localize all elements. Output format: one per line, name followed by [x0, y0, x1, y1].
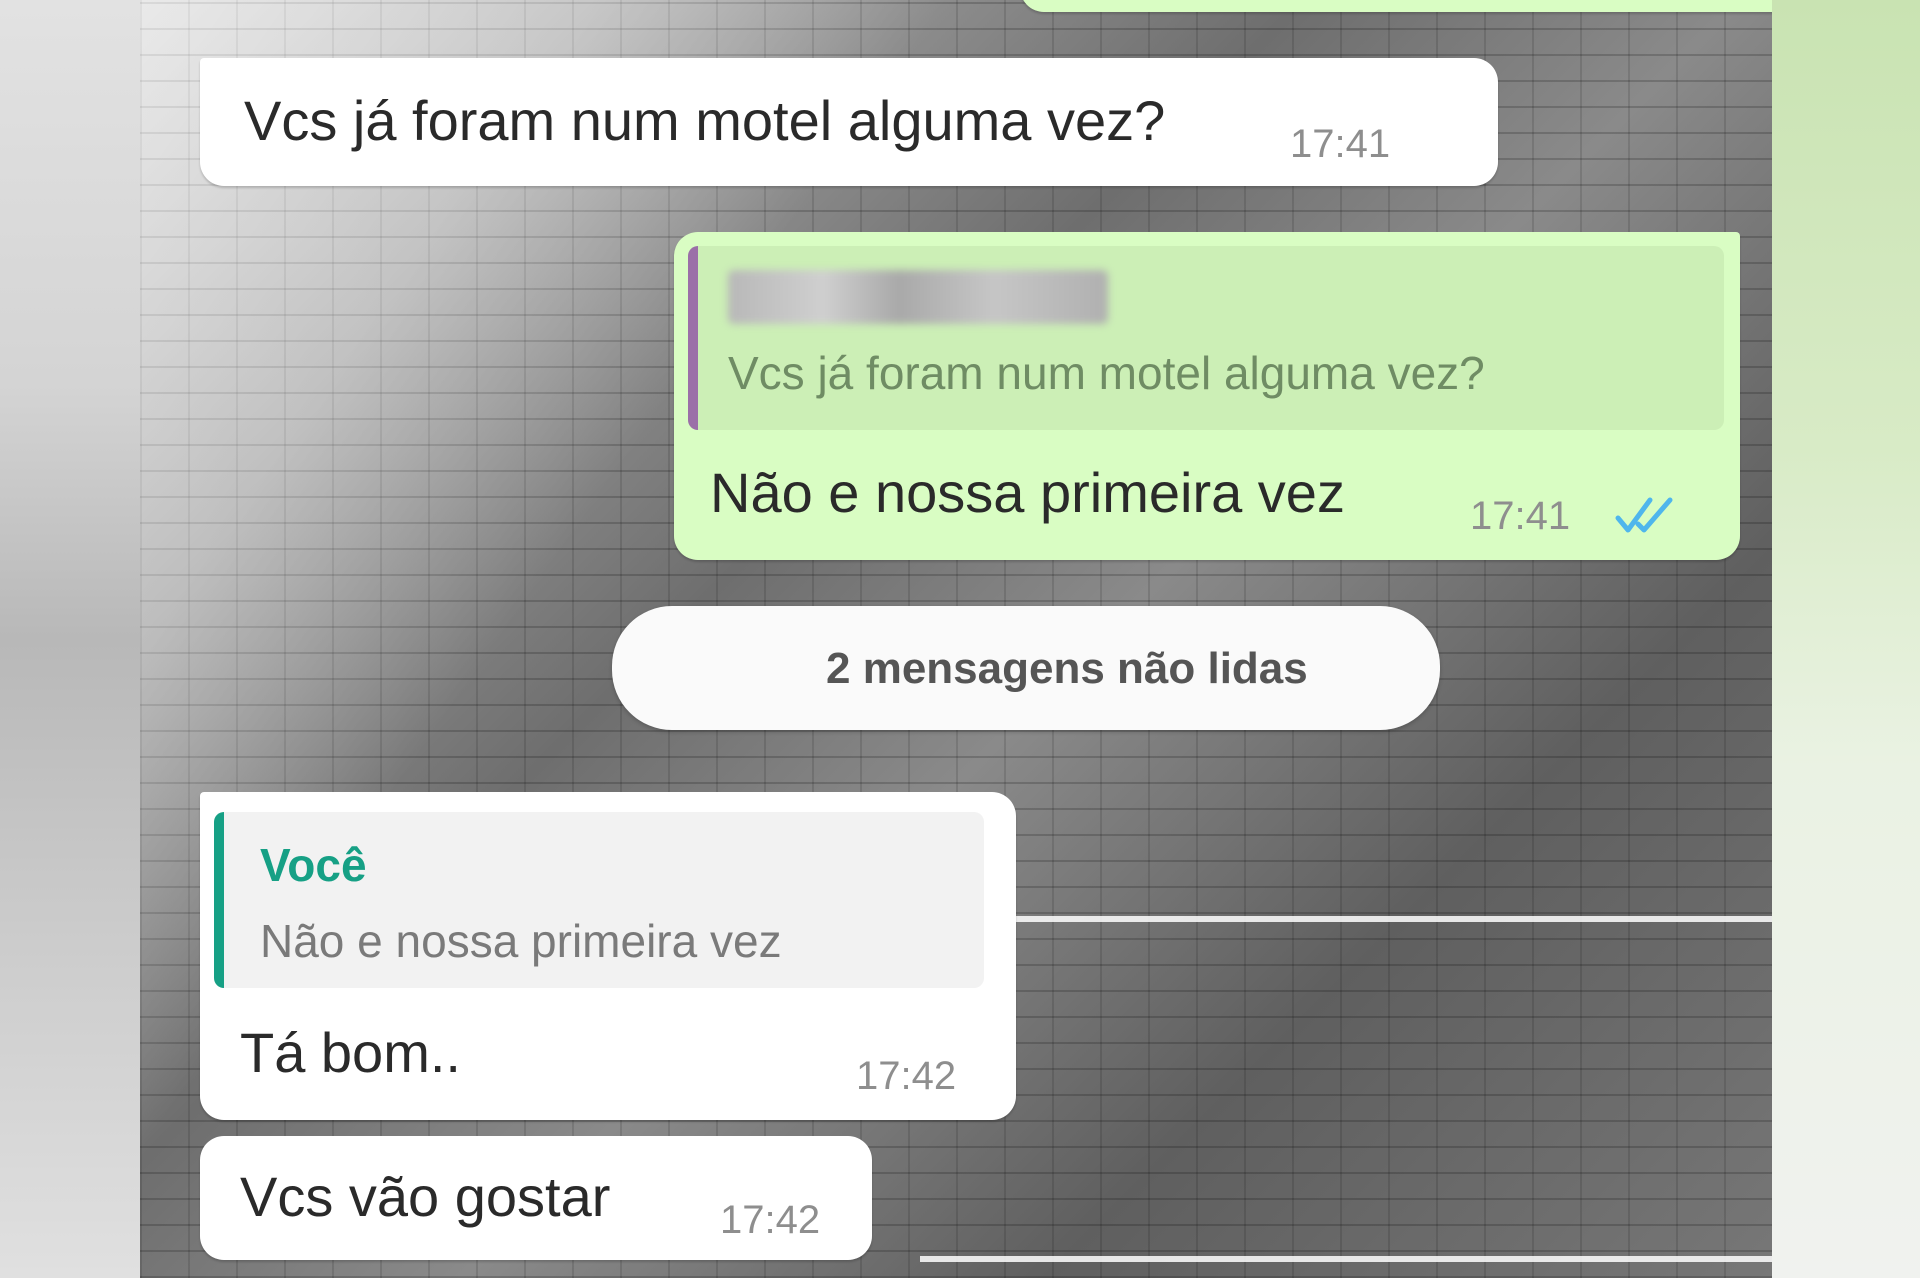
message-bubble-outgoing[interactable]: Vcs já foram num motel alguma vez? Não e…	[674, 232, 1740, 560]
message-time: 17:41	[1470, 494, 1571, 538]
message-text: Vcs já foram num motel alguma vez?	[244, 89, 1166, 152]
quoted-message[interactable]: Você Não e nossa primeira vez	[214, 812, 984, 988]
wallpaper-stripe	[920, 916, 1772, 922]
previous-message-bubble[interactable]	[1020, 0, 1772, 12]
unread-messages-divider: 2 mensagens não lidas	[612, 606, 1440, 730]
message-time: 17:42	[856, 1054, 957, 1098]
message-bubble-incoming[interactable]: Vcs já foram num motel alguma vez? 17:41	[200, 58, 1498, 186]
unread-count-label: 2 mensagens não lidas	[826, 644, 1308, 693]
message-bubble-incoming[interactable]: Vcs vão gostar 17:42	[200, 1136, 872, 1260]
redacted-sender-name	[728, 270, 1108, 324]
blurred-right-edge	[1772, 0, 1920, 1278]
quoted-message[interactable]: Vcs já foram num motel alguma vez?	[688, 246, 1724, 430]
quote-accent-bar	[688, 246, 698, 430]
blurred-left-edge	[0, 0, 140, 1278]
message-text: Não e nossa primeira vez	[710, 461, 1345, 524]
chat-area[interactable]: Vcs já foram num motel alguma vez? 17:41…	[140, 0, 1772, 1278]
wallpaper-stripe	[920, 1256, 1772, 1262]
message-time: 17:42	[720, 1198, 821, 1242]
message-bubble-incoming[interactable]: Você Não e nossa primeira vez Tá bom.. 1…	[200, 792, 1016, 1120]
message-time: 17:41	[1290, 122, 1391, 166]
message-text: Vcs vão gostar	[240, 1165, 611, 1228]
quote-accent-bar	[214, 812, 224, 988]
quoted-author: Você	[260, 839, 367, 891]
double-check-icon	[1614, 494, 1678, 536]
quoted-text: Vcs já foram num motel alguma vez?	[728, 347, 1485, 399]
quoted-text: Não e nossa primeira vez	[260, 915, 782, 967]
message-text: Tá bom..	[240, 1021, 461, 1084]
